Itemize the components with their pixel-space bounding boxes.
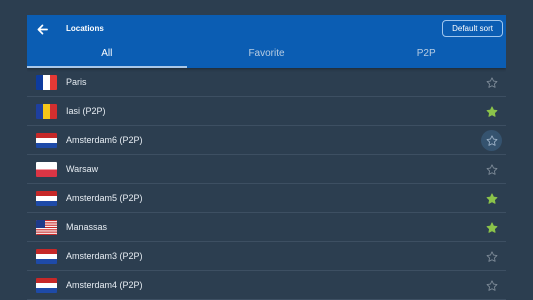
star-outline-icon[interactable] <box>481 246 502 267</box>
star-outline-icon[interactable] <box>481 72 502 93</box>
default-sort-button[interactable]: Default sort <box>442 20 503 37</box>
tab-p2p[interactable]: P2P <box>346 43 506 68</box>
tab-favorite[interactable]: Favorite <box>187 43 347 68</box>
location-row[interactable]: Warsaw <box>27 155 506 184</box>
page-title: Locations <box>66 24 104 33</box>
star-outline-icon[interactable] <box>481 275 502 296</box>
usa-flag-icon <box>36 220 57 235</box>
location-row[interactable]: Amsterdam4 (P2P) <box>27 271 506 300</box>
poland-flag-icon <box>36 162 57 177</box>
tab-all[interactable]: All <box>27 43 187 68</box>
app-header: Locations Default sort All Favorite P2P <box>27 15 506 68</box>
arrow-left-icon <box>37 24 48 34</box>
france-flag-icon <box>36 75 57 90</box>
back-button[interactable] <box>33 20 51 38</box>
star-filled-icon[interactable] <box>481 188 502 209</box>
star-outline-icon[interactable] <box>481 130 502 151</box>
location-name: Amsterdam4 (P2P) <box>66 280 143 290</box>
star-filled-icon[interactable] <box>481 217 502 238</box>
location-row[interactable]: Amsterdam6 (P2P) <box>27 126 506 155</box>
location-row[interactable]: Paris <box>27 68 506 97</box>
romania-flag-icon <box>36 104 57 119</box>
netherlands-flag-icon <box>36 278 57 293</box>
toolbar: Locations Default sort <box>27 15 506 43</box>
tab-bar: All Favorite P2P <box>27 43 506 68</box>
location-list: Paris Iasi (P2P) Amsterdam6 (P2P) Warsaw Ams… <box>27 68 506 300</box>
location-name: Manassas <box>66 222 108 232</box>
location-row[interactable]: Iasi (P2P) <box>27 97 506 126</box>
location-row[interactable]: Amsterdam5 (P2P) <box>27 184 506 213</box>
locations-screen: Locations Default sort All Favorite P2P … <box>27 15 506 300</box>
location-name: Amsterdam5 (P2P) <box>66 193 143 203</box>
location-name: Warsaw <box>66 164 99 174</box>
star-outline-icon[interactable] <box>481 159 502 180</box>
netherlands-flag-icon <box>36 249 57 264</box>
star-filled-icon[interactable] <box>481 101 502 122</box>
location-name: Amsterdam3 (P2P) <box>66 251 143 261</box>
netherlands-flag-icon <box>36 133 57 148</box>
location-row[interactable]: Amsterdam3 (P2P) <box>27 242 506 271</box>
location-row[interactable]: Manassas <box>27 213 506 242</box>
netherlands-flag-icon <box>36 191 57 206</box>
location-name: Paris <box>66 77 87 87</box>
location-name: Amsterdam6 (P2P) <box>66 135 143 145</box>
location-name: Iasi (P2P) <box>66 106 106 116</box>
